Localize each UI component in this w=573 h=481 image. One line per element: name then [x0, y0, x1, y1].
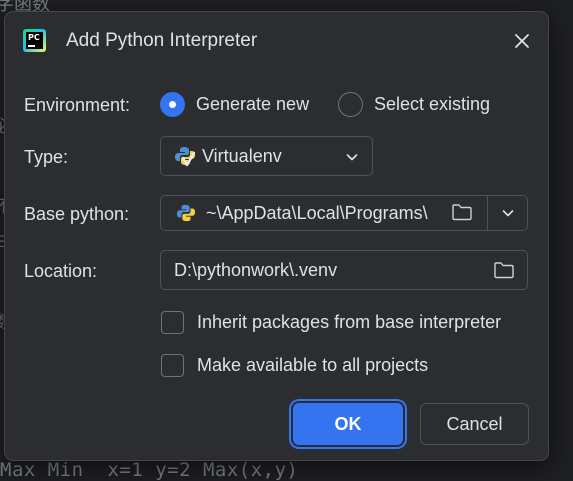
add-python-interpreter-dialog: PC Add Python Interpreter Environment: G… — [4, 11, 549, 461]
python-icon — [176, 204, 196, 222]
ok-button[interactable]: OK — [293, 403, 403, 445]
browse-location-button[interactable] — [493, 260, 517, 282]
radio-generate-new[interactable]: Generate new — [160, 92, 309, 117]
base-python-value: ~\AppData\Local\Programs\ — [206, 202, 428, 223]
chevron-down-icon — [346, 154, 358, 161]
base-python-dropdown-button[interactable] — [488, 196, 528, 230]
environment-label: Environment: — [24, 95, 131, 115]
base-python-field[interactable]: ~\AppData\Local\Programs\ — [160, 195, 528, 231]
checkbox-label: Inherit packages from base interpreter — [197, 312, 502, 332]
browse-base-python-button[interactable] — [451, 202, 475, 224]
type-dropdown[interactable]: Virtualenv — [160, 136, 373, 176]
radio-label: Select existing — [374, 94, 491, 114]
radio-button[interactable] — [160, 92, 185, 117]
virtualenv-icon — [175, 147, 196, 167]
checkbox-make-available[interactable]: Make available to all projects — [161, 354, 428, 377]
type-dropdown-value: Virtualenv — [202, 145, 282, 166]
cancel-button[interactable]: Cancel — [420, 403, 529, 445]
checkbox-label: Make available to all projects — [197, 355, 429, 375]
dialog-title: Add Python Interpreter — [66, 30, 258, 51]
type-label: Type: — [24, 147, 69, 167]
checkbox-box[interactable] — [161, 354, 184, 377]
location-field[interactable]: D:\pythonwork\.venv — [160, 250, 528, 290]
radio-select-existing[interactable]: Select existing — [338, 92, 490, 117]
radio-label: Generate new — [196, 94, 310, 114]
pycharm-logo-icon: PC — [23, 29, 46, 52]
folder-icon — [452, 204, 472, 221]
radio-button[interactable] — [338, 92, 363, 117]
checkbox-inherit-packages[interactable]: Inherit packages from base interpreter — [161, 311, 501, 334]
chevron-down-icon — [502, 210, 514, 217]
location-value: D:\pythonwork\.venv — [174, 259, 338, 280]
close-button[interactable] — [509, 28, 535, 54]
checkbox-box[interactable] — [161, 311, 184, 334]
folder-icon — [494, 262, 514, 279]
background-code-line: Max Min x=1 y=2 Max(x,y) — [0, 459, 299, 481]
location-label: Location: — [24, 261, 98, 281]
close-icon — [515, 34, 529, 48]
base-python-label: Base python: — [24, 204, 130, 224]
dialog-title-bar: PC Add Python Interpreter — [5, 12, 548, 68]
